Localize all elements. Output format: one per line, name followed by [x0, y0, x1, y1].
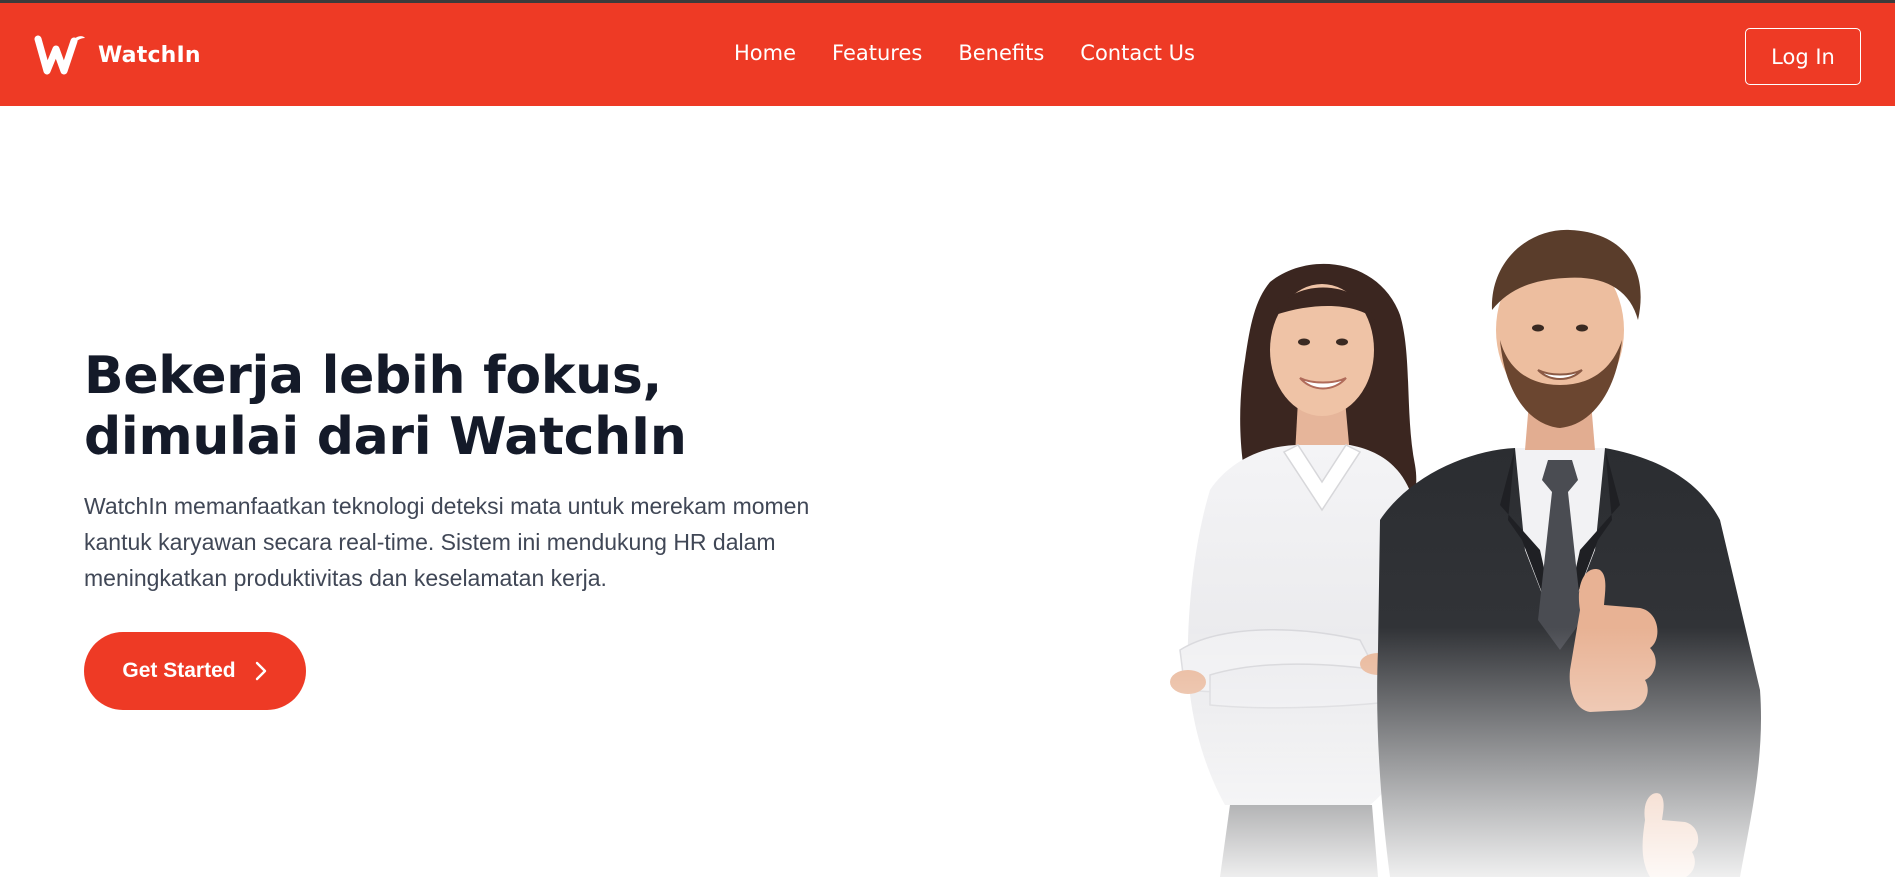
- chevron-right-icon: [255, 661, 266, 681]
- top-navbar: WatchIn Home Features Benefits Contact U…: [0, 0, 1895, 106]
- nav-item-features[interactable]: Features: [832, 41, 922, 65]
- landing-page: WatchIn Home Features Benefits Contact U…: [0, 0, 1895, 877]
- hero-title-line-1: Bekerja lebih fokus,: [84, 346, 662, 406]
- nav-item-home[interactable]: Home: [734, 41, 796, 65]
- nav-item-contact-us[interactable]: Contact Us: [1080, 41, 1195, 65]
- get-started-button[interactable]: Get Started: [84, 632, 306, 710]
- brand-logo[interactable]: WatchIn: [34, 33, 201, 77]
- business-people-illustration: [1060, 220, 1840, 877]
- hero-illustration: [1060, 220, 1840, 877]
- brand-name: WatchIn: [98, 42, 201, 68]
- hero-description-line-3: meningkatkan produktivitas dan keselamat…: [84, 565, 607, 591]
- hero-title: Bekerja lebih fokus, dimulai dari WatchI…: [84, 346, 844, 468]
- get-started-label: Get Started: [122, 659, 236, 682]
- watchin-logo-icon: [34, 35, 85, 75]
- hero-description-line-1: WatchIn memanfaatkan teknologi deteksi m…: [84, 493, 810, 519]
- hero-description: WatchIn memanfaatkan teknologi deteksi m…: [84, 488, 884, 596]
- nav-item-benefits[interactable]: Benefits: [958, 41, 1044, 65]
- main-nav: Home Features Benefits Contact Us: [734, 41, 1195, 65]
- hero-title-line-2: dimulai dari WatchIn: [84, 407, 687, 467]
- hero-description-line-2: kantuk karyawan secara real-time. Sistem…: [84, 529, 776, 555]
- login-button[interactable]: Log In: [1745, 28, 1861, 85]
